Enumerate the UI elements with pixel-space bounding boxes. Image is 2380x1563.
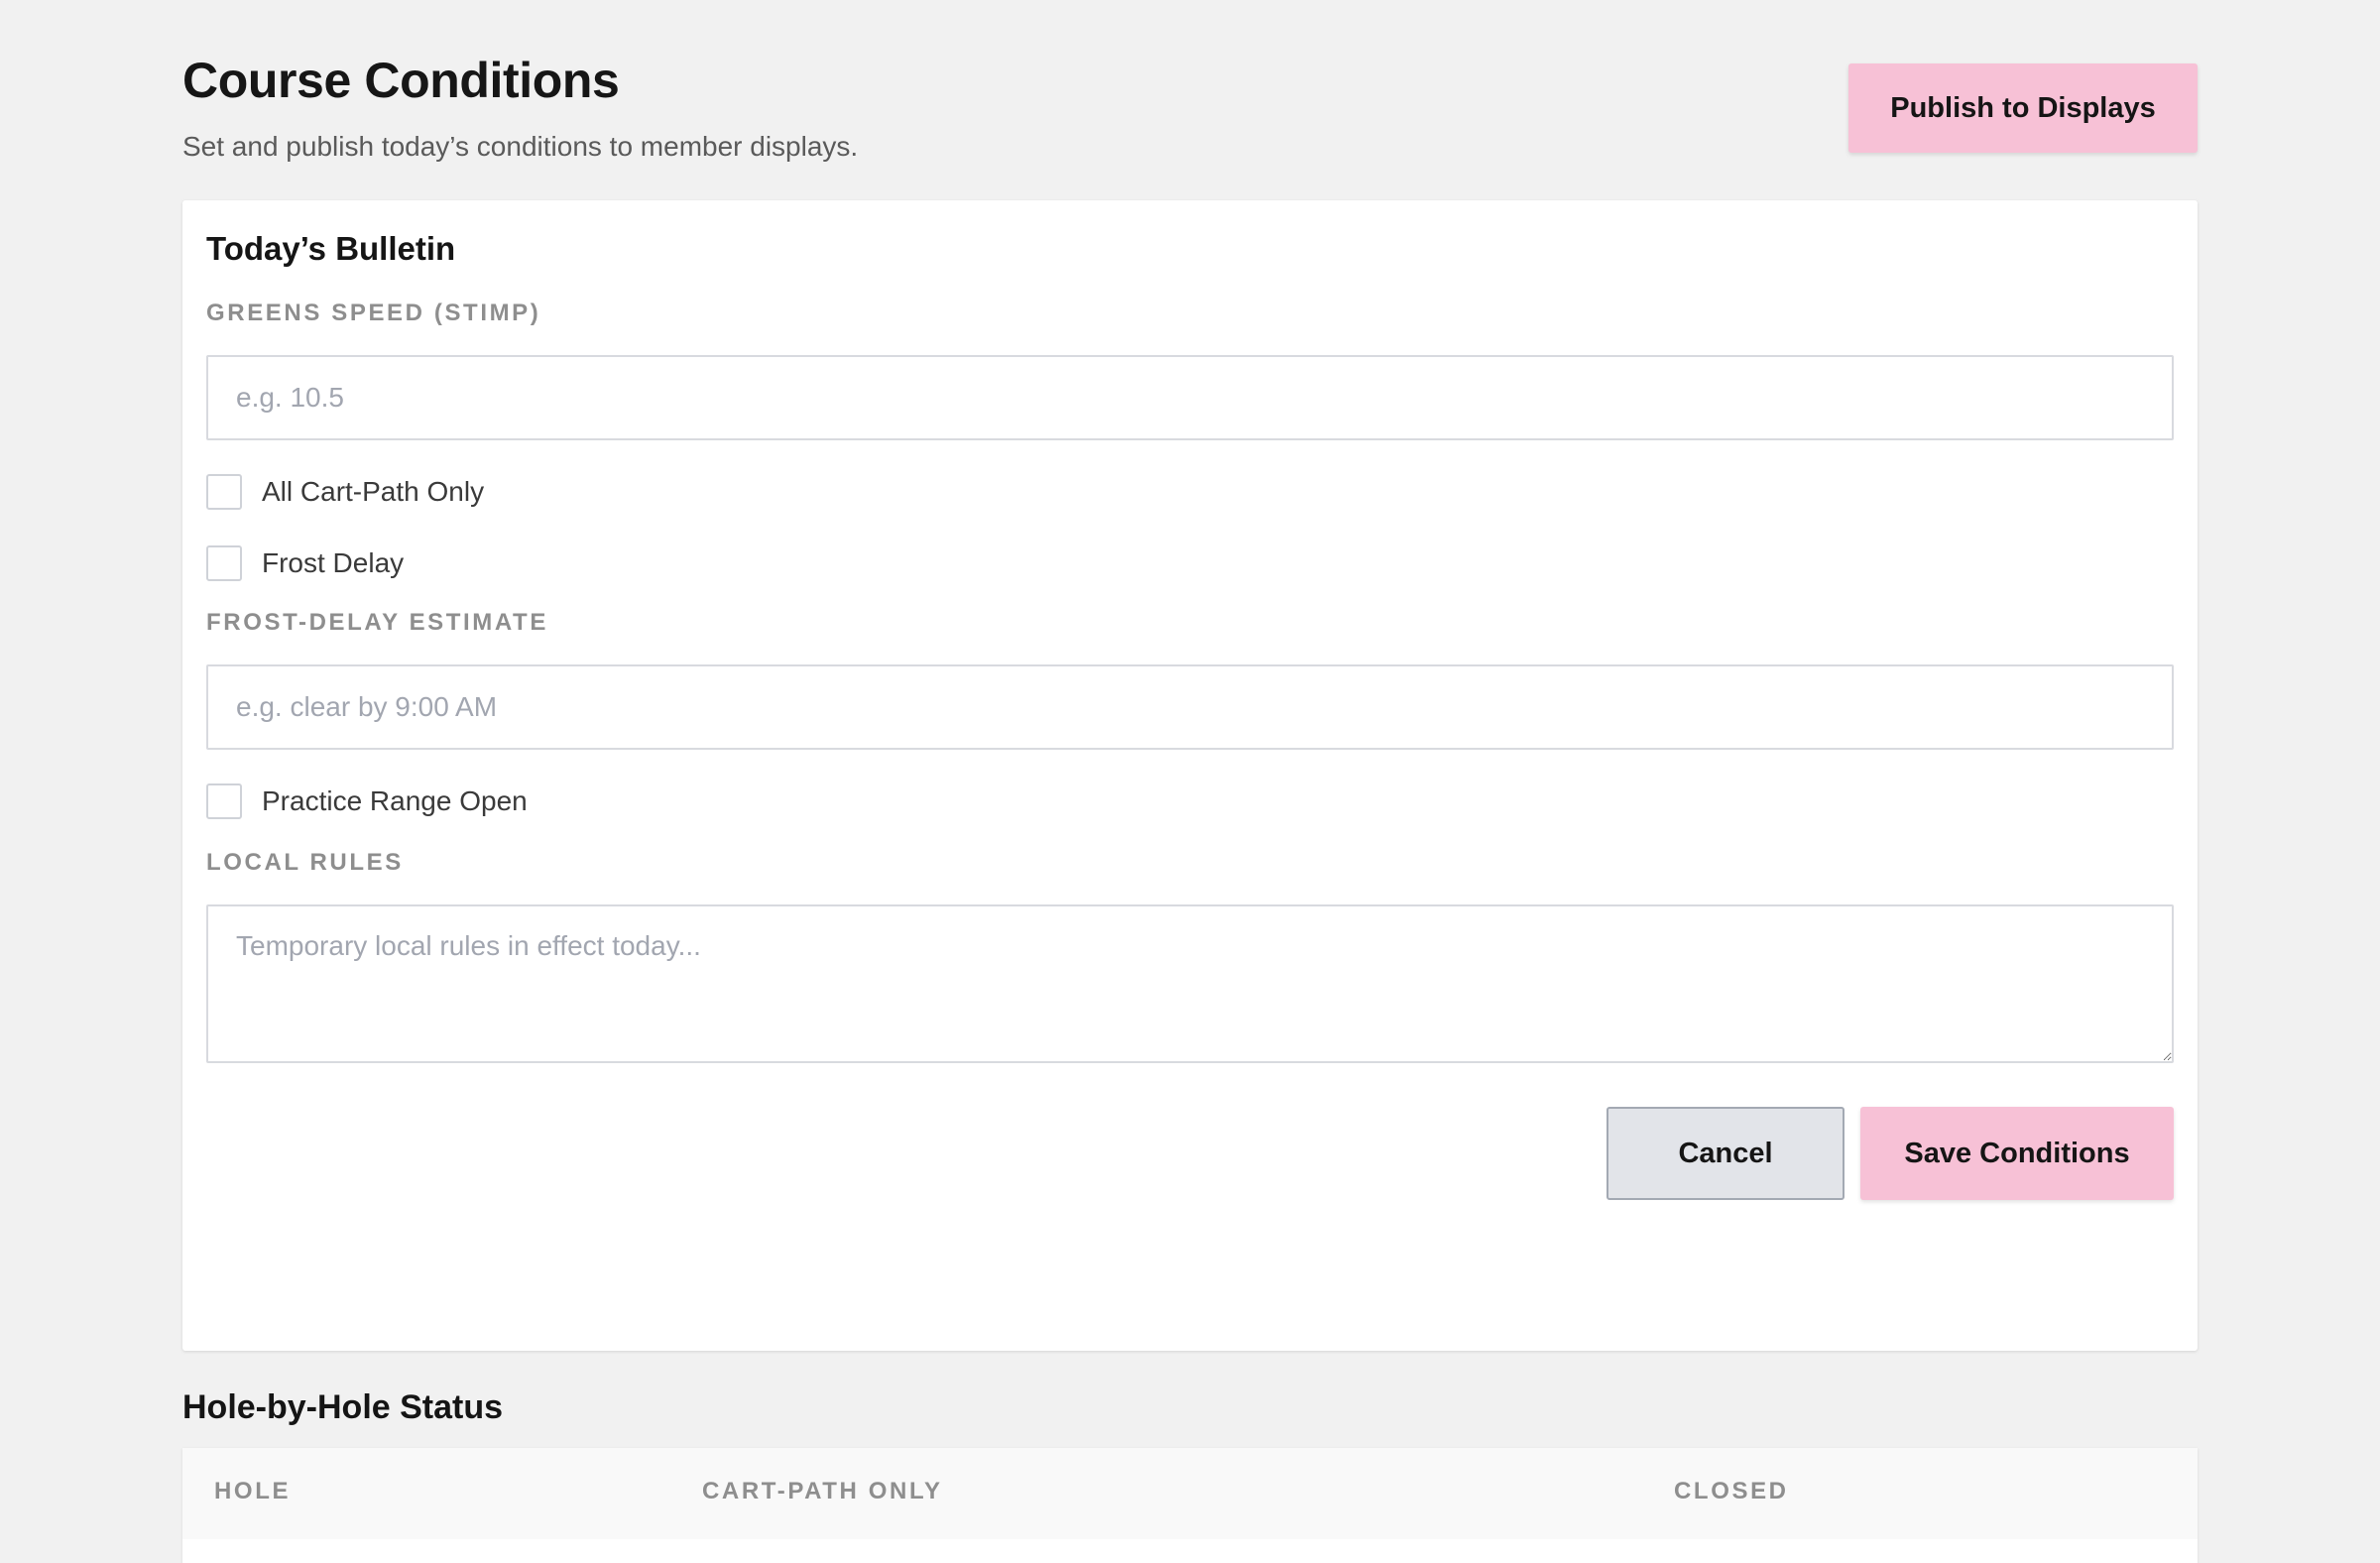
publish-to-displays-button[interactable]: Publish to Displays [1848, 63, 2198, 153]
local-rules-textarea[interactable] [206, 904, 2174, 1063]
save-conditions-button[interactable]: Save Conditions [1860, 1107, 2174, 1200]
bulletin-title: Today’s Bulletin [206, 230, 456, 267]
column-header-cart-path-only: CART-PATH ONLY [702, 1478, 943, 1504]
greens-speed-label: GREENS SPEED (STIMP) [206, 300, 541, 326]
greens-speed-input[interactable] [206, 355, 2174, 440]
frost-delay-label: Frost Delay [262, 547, 405, 578]
practice-range-checkbox[interactable] [206, 783, 242, 819]
frost-delay-estimate-input[interactable] [206, 664, 2174, 750]
cart-path-only-checkbox-row[interactable]: All Cart-Path Only [206, 474, 484, 510]
frost-delay-checkbox-row[interactable]: Frost Delay [206, 545, 404, 581]
local-rules-label: LOCAL RULES [206, 849, 404, 876]
page-title: Course Conditions [182, 53, 620, 108]
cart-path-only-checkbox[interactable] [206, 474, 242, 510]
frost-delay-checkbox[interactable] [206, 545, 242, 581]
cart-path-only-label: All Cart-Path Only [262, 476, 485, 507]
practice-range-checkbox-row[interactable]: Practice Range Open [206, 783, 528, 819]
cancel-button[interactable]: Cancel [1606, 1107, 1844, 1200]
table-header-row: HOLE CART-PATH ONLY CLOSED [182, 1448, 2198, 1539]
frost-delay-estimate-label: FROST-DELAY ESTIMATE [206, 609, 548, 636]
column-header-closed: CLOSED [1674, 1478, 1789, 1504]
hole-status-title: Hole-by-Hole Status [182, 1388, 504, 1426]
page-subtitle: Set and publish today’s conditions to me… [182, 131, 859, 162]
todays-bulletin-card: Today’s Bulletin GREENS SPEED (STIMP) Al… [182, 200, 2198, 1351]
column-header-hole: HOLE [214, 1478, 292, 1504]
practice-range-label: Practice Range Open [262, 785, 528, 816]
hole-status-table: HOLE CART-PATH ONLY CLOSED [182, 1448, 2198, 1563]
course-conditions-page: Course Conditions Set and publish today’… [0, 0, 2380, 1563]
